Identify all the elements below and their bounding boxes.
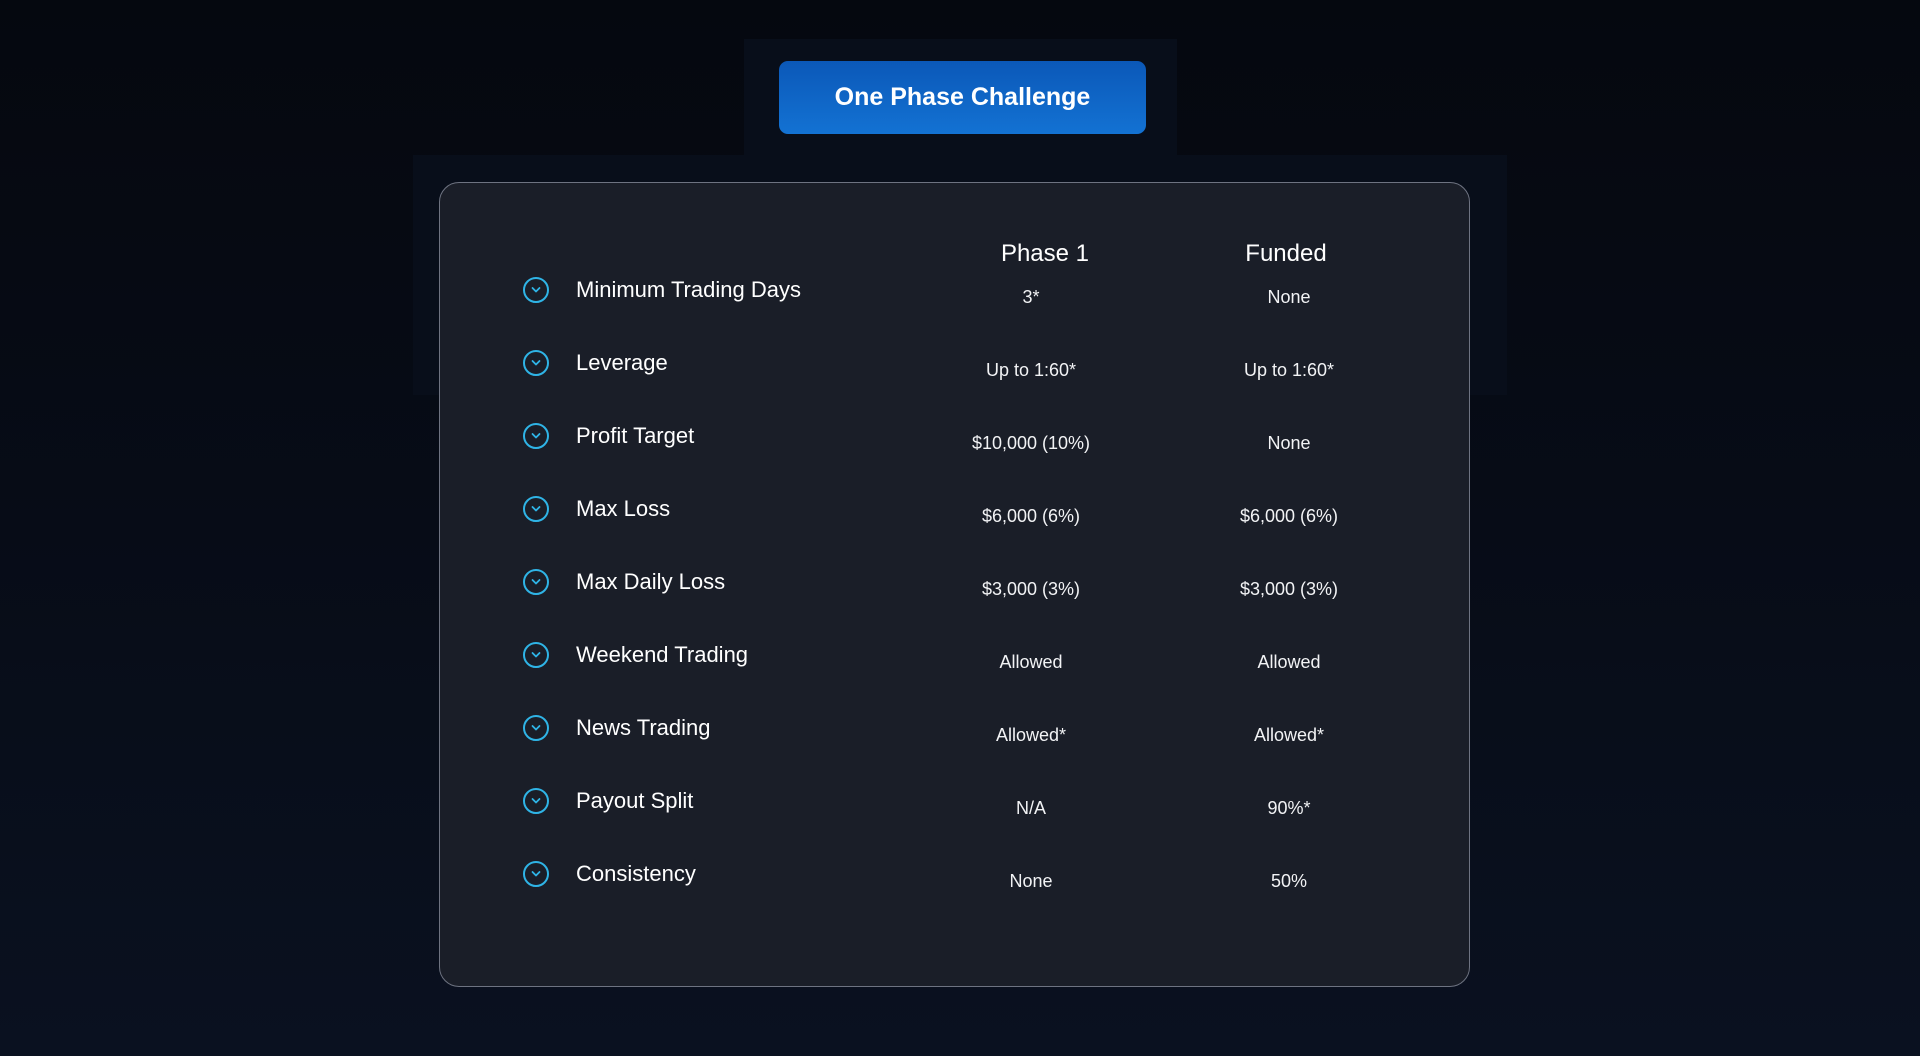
cell-funded: Up to 1:60* xyxy=(1243,360,1335,380)
cell-funded: None xyxy=(1267,287,1311,307)
cell-funded: None xyxy=(1267,433,1311,453)
table-row[interactable]: Max Loss $6,000 (6%) $6,000 (6%) xyxy=(440,496,1469,556)
row-label: Max Loss xyxy=(576,496,671,521)
cell-funded: $6,000 (6%) xyxy=(1239,506,1339,526)
cell-phase-1: Allowed* xyxy=(995,725,1067,745)
row-label: Max Daily Loss xyxy=(576,569,726,594)
table-row[interactable]: Leverage Up to 1:60* Up to 1:60* xyxy=(440,350,1469,410)
column-header-phase-1: Phase 1 xyxy=(1000,240,1090,267)
cell-funded: Allowed xyxy=(1257,652,1321,672)
cell-funded: 90%* xyxy=(1267,798,1311,818)
table-row[interactable]: Max Daily Loss $3,000 (3%) $3,000 (3%) xyxy=(440,569,1469,629)
row-label: Consistency xyxy=(576,861,696,886)
row-label: Profit Target xyxy=(576,423,695,448)
chevron-down-circle-icon[interactable] xyxy=(523,569,549,595)
table-row[interactable]: Consistency None 50% xyxy=(440,861,1469,921)
cell-phase-1: $3,000 (3%) xyxy=(981,579,1081,599)
chevron-down-circle-icon[interactable] xyxy=(523,277,549,303)
cell-funded: $3,000 (3%) xyxy=(1239,579,1339,599)
row-label: Minimum Trading Days xyxy=(576,277,801,302)
row-label: News Trading xyxy=(576,715,711,740)
table-row[interactable]: Minimum Trading Days 3* None xyxy=(440,277,1469,337)
cell-phase-1: 3* xyxy=(1022,287,1040,307)
cell-funded: Allowed* xyxy=(1253,725,1325,745)
table-row[interactable]: News Trading Allowed* Allowed* xyxy=(440,715,1469,775)
chevron-down-circle-icon[interactable] xyxy=(523,715,549,741)
cell-phase-1: N/A xyxy=(1015,798,1046,818)
chevron-down-circle-icon[interactable] xyxy=(523,642,549,668)
cell-phase-1: None xyxy=(1009,871,1053,891)
chevron-down-circle-icon[interactable] xyxy=(523,350,549,376)
cell-funded: 50% xyxy=(1270,871,1308,891)
row-label: Weekend Trading xyxy=(576,642,749,667)
one-phase-challenge-button[interactable]: One Phase Challenge xyxy=(779,61,1146,134)
chevron-down-circle-icon[interactable] xyxy=(523,423,549,449)
rules-comparison-card: Phase 1 Funded Minimum Trading Days 3* Non… xyxy=(439,182,1470,987)
cell-phase-1: $10,000 (10%) xyxy=(971,433,1091,453)
table-row[interactable]: Weekend Trading Allowed Allowed xyxy=(440,642,1469,702)
table-row[interactable]: Profit Target $10,000 (10%) None xyxy=(440,423,1469,483)
chevron-down-circle-icon[interactable] xyxy=(523,496,549,522)
cell-phase-1: $6,000 (6%) xyxy=(981,506,1081,526)
row-label: Payout Split xyxy=(576,788,694,813)
table-row[interactable]: Payout Split N/A 90%* xyxy=(440,788,1469,848)
row-label: Leverage xyxy=(576,350,668,375)
chevron-down-circle-icon[interactable] xyxy=(523,788,549,814)
cell-phase-1: Allowed xyxy=(999,652,1063,672)
chevron-down-circle-icon[interactable] xyxy=(523,861,549,887)
column-header-funded: Funded xyxy=(1245,240,1327,267)
cell-phase-1: Up to 1:60* xyxy=(985,360,1077,380)
